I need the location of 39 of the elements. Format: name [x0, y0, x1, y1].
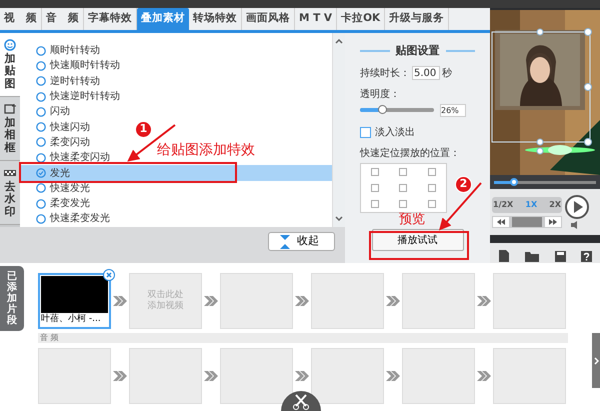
tab[interactable]: 转场特效: [189, 8, 242, 30]
tab[interactable]: 升级与服务: [385, 8, 450, 30]
speed-option[interactable]: 2X: [549, 198, 561, 210]
tab[interactable]: 叠加素材: [137, 8, 189, 30]
effect-item[interactable]: 快速顺时针转动: [20, 58, 122, 74]
effect-item[interactable]: 发光: [20, 165, 332, 181]
effect-item[interactable]: 闪动: [20, 104, 72, 120]
effect-item[interactable]: 逆时针转动: [20, 74, 102, 89]
effect-item[interactable]: 柔变闪动: [20, 134, 92, 150]
opacity-field[interactable]: 26%: [440, 104, 466, 116]
tab[interactable]: 卡拉OK: [337, 8, 386, 30]
speed-option[interactable]: 1/2X: [493, 198, 514, 210]
timeline-tab[interactable]: 已添加片段: [0, 266, 24, 331]
annotation-text: 预览: [399, 211, 425, 229]
effect-item[interactable]: 快速闪动: [20, 119, 92, 135]
effect-item[interactable]: 柔变发光: [20, 196, 92, 212]
effect-item[interactable]: 快速柔变闪动: [20, 150, 112, 166]
section-title: 贴图设置: [396, 43, 440, 59]
tab[interactable]: 视 频: [0, 8, 42, 30]
duration-field[interactable]: 5.00: [412, 66, 440, 80]
unit-label: 秒: [442, 66, 452, 80]
tab[interactable]: 音 频: [42, 8, 84, 30]
side-tab[interactable]: 去水印: [0, 161, 20, 225]
fade-checkbox[interactable]: 淡入淡出: [360, 124, 475, 140]
effect-item[interactable]: 快速逆时针转动: [20, 88, 122, 104]
effect-item[interactable]: 快速发光: [20, 180, 92, 196]
position-label: 快速定位摆放的位置：: [360, 146, 461, 160]
effect-item[interactable]: 顺时针转动: [20, 43, 102, 58]
annotation-text: 给贴图添加特效: [157, 141, 255, 160]
side-tab[interactable]: 加贴图: [0, 33, 20, 97]
preview-button[interactable]: 播放试试: [372, 229, 464, 251]
audio-track-label: 音 频: [38, 333, 568, 343]
collapse-button[interactable]: 收起: [268, 232, 335, 251]
effect-item[interactable]: 快速柔变发光: [20, 211, 112, 227]
opacity-label: 透明度：: [360, 88, 401, 102]
duration-label: 持续时长：: [360, 66, 410, 80]
tab[interactable]: 画面风格: [242, 8, 295, 30]
side-tab[interactable]: 加相框: [0, 97, 20, 161]
tab[interactable]: M T V: [295, 8, 338, 30]
